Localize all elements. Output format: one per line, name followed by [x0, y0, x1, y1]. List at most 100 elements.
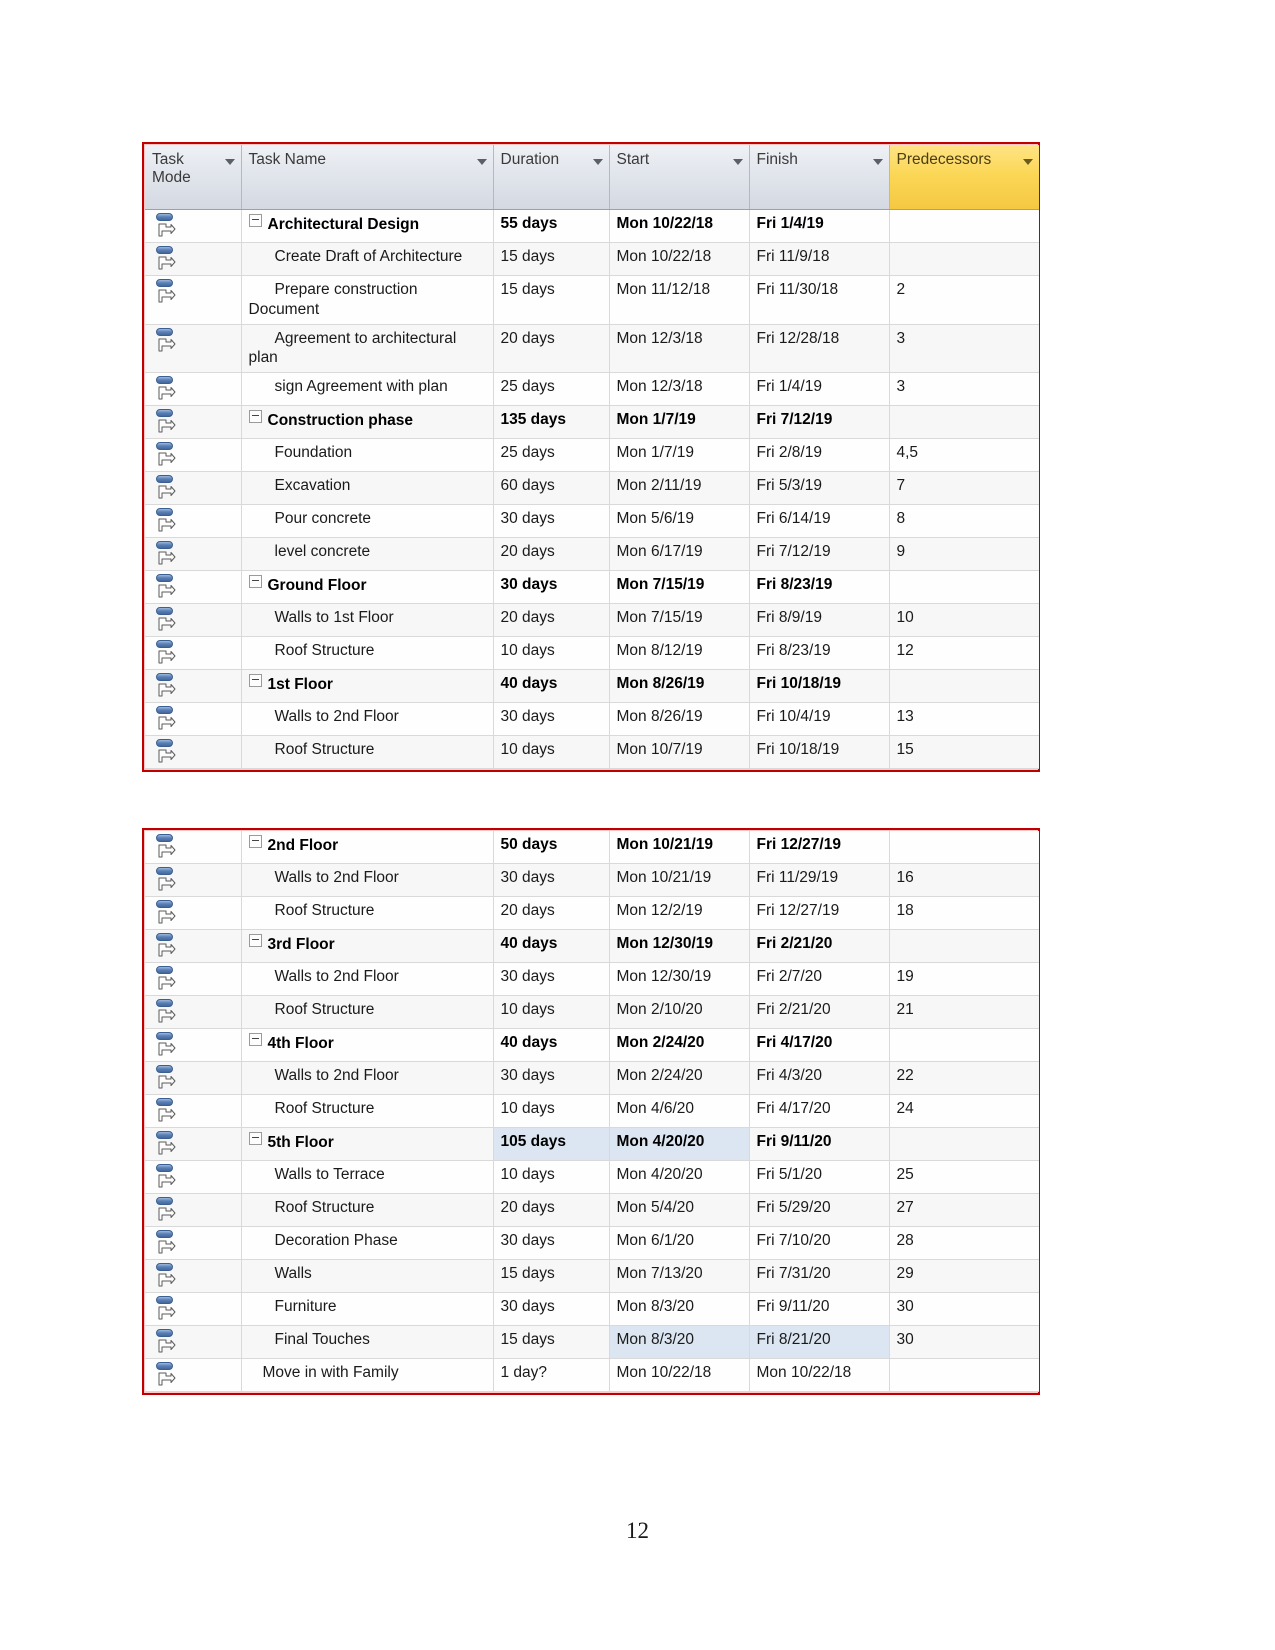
cell-duration[interactable]: 20 days — [493, 896, 610, 930]
cell-task-mode[interactable] — [145, 863, 242, 897]
cell-finish[interactable]: Fri 2/21/20 — [749, 929, 890, 963]
cell-start[interactable]: Mon 10/21/19 — [609, 863, 750, 897]
auto-scheduled-icon[interactable] — [155, 1163, 181, 1191]
cell-task-mode[interactable] — [145, 995, 242, 1029]
auto-scheduled-icon[interactable] — [155, 441, 181, 469]
auto-scheduled-icon[interactable] — [155, 899, 181, 927]
auto-scheduled-icon[interactable] — [155, 1196, 181, 1224]
cell-task-mode[interactable] — [145, 405, 242, 440]
cell-start[interactable]: Mon 6/1/20 — [609, 1226, 750, 1260]
cell-task-name[interactable]: Roof Structure — [241, 1094, 494, 1128]
column-header-finish[interactable]: Finish — [749, 145, 890, 210]
cell-duration[interactable]: 30 days — [493, 1226, 610, 1260]
cell-task-mode[interactable] — [145, 471, 242, 506]
table-row[interactable]: Walls to 2nd Floor 30 days Mon 2/24/20 Fri … — [145, 1061, 1039, 1095]
cell-predecessors[interactable]: 29 — [889, 1259, 1039, 1293]
collapse-toggle-icon[interactable] — [248, 214, 262, 227]
auto-scheduled-icon[interactable] — [155, 866, 181, 894]
cell-start[interactable]: Mon 12/3/18 — [609, 372, 750, 407]
cell-duration[interactable]: 10 days — [493, 636, 610, 671]
cell-task-name[interactable]: 4th Floor — [241, 1028, 494, 1062]
cell-finish[interactable]: Fri 10/18/19 — [749, 735, 890, 770]
cell-duration[interactable]: 20 days — [493, 324, 610, 374]
cell-duration[interactable]: 105 days — [493, 1127, 610, 1161]
cell-finish[interactable]: Fri 7/12/19 — [749, 537, 890, 572]
cell-finish[interactable]: Fri 10/4/19 — [749, 702, 890, 737]
auto-scheduled-icon[interactable] — [155, 833, 181, 861]
table-row[interactable]: 4th Floor 40 days Mon 2/24/20 Fri 4/17/20 — [145, 1028, 1039, 1062]
cell-predecessors[interactable]: 27 — [889, 1193, 1039, 1227]
column-header-start[interactable]: Start — [609, 145, 750, 210]
table-row[interactable]: Create Draft of Architecture 15 days Mon 1… — [145, 242, 1039, 276]
table-row[interactable]: Walls to 1st Floor 20 days Mon 7/15/19 Fri … — [145, 603, 1039, 638]
cell-task-name[interactable]: Create Draft of Architecture — [241, 242, 494, 276]
table-row[interactable]: Foundation 25 days Mon 1/7/19 Fri 2/8/19 4,5 — [145, 438, 1039, 473]
filter-dropdown-icon[interactable] — [592, 159, 603, 165]
collapse-toggle-icon[interactable] — [248, 575, 262, 589]
table-row[interactable]: Architectural Design 55 days Mon 10/22/18 F… — [145, 209, 1039, 243]
cell-task-mode[interactable] — [145, 1127, 242, 1161]
cell-start[interactable]: Mon 1/7/19 — [609, 405, 750, 440]
cell-finish[interactable]: Fri 5/3/19 — [749, 471, 890, 506]
cell-task-name[interactable]: Walls to 2nd Floor — [241, 863, 494, 897]
table-row[interactable]: Final Touches 15 days Mon 8/3/20 Fri 8/21/2… — [145, 1325, 1039, 1359]
cell-task-name[interactable]: Walls — [241, 1259, 494, 1293]
cell-start[interactable]: Mon 10/22/18 — [609, 209, 750, 243]
cell-duration[interactable]: 15 days — [493, 242, 610, 276]
cell-predecessors[interactable]: 3 — [889, 372, 1039, 407]
cell-start[interactable]: Mon 7/15/19 — [609, 603, 750, 638]
auto-scheduled-icon[interactable] — [155, 540, 181, 568]
cell-task-mode[interactable] — [145, 324, 242, 374]
auto-scheduled-icon[interactable] — [155, 606, 181, 634]
cell-predecessors[interactable]: 3 — [889, 324, 1039, 374]
cell-start[interactable]: Mon 12/30/19 — [609, 962, 750, 996]
cell-predecessors[interactable] — [889, 1358, 1039, 1392]
table-row[interactable]: Walls to 2nd Floor 30 days Mon 12/30/19 Fri… — [145, 962, 1039, 996]
table-row[interactable]: Move in with Family 1 day? Mon 10/22/18 Mon… — [145, 1358, 1039, 1392]
cell-start[interactable]: Mon 8/3/20 — [609, 1292, 750, 1326]
auto-scheduled-icon[interactable] — [155, 1064, 181, 1092]
cell-start[interactable]: Mon 4/20/20 — [609, 1127, 750, 1161]
cell-duration[interactable]: 20 days — [493, 1193, 610, 1227]
cell-duration[interactable]: 10 days — [493, 1094, 610, 1128]
table-row[interactable]: Agreement to architectural plan 20 days Mo… — [145, 324, 1039, 374]
cell-task-name[interactable]: Construction phase — [241, 405, 494, 440]
cell-duration[interactable]: 15 days — [493, 275, 610, 325]
cell-task-mode[interactable] — [145, 735, 242, 770]
cell-duration[interactable]: 10 days — [493, 995, 610, 1029]
cell-finish[interactable]: Fri 5/29/20 — [749, 1193, 890, 1227]
cell-duration[interactable]: 30 days — [493, 962, 610, 996]
cell-duration[interactable]: 30 days — [493, 570, 610, 605]
auto-scheduled-icon[interactable] — [155, 278, 181, 306]
cell-task-name[interactable]: Walls to 1st Floor — [241, 603, 494, 638]
auto-scheduled-icon[interactable] — [155, 1361, 181, 1389]
cell-finish[interactable]: Fri 4/17/20 — [749, 1094, 890, 1128]
table-row[interactable]: Decoration Phase 30 days Mon 6/1/20 Fri 7/1… — [145, 1226, 1039, 1260]
cell-start[interactable]: Mon 12/3/18 — [609, 324, 750, 374]
cell-finish[interactable]: Fri 11/30/18 — [749, 275, 890, 325]
collapse-toggle-icon[interactable] — [248, 410, 262, 424]
cell-duration[interactable]: 40 days — [493, 1028, 610, 1062]
cell-task-name[interactable]: Foundation — [241, 438, 494, 473]
cell-finish[interactable]: Fri 5/1/20 — [749, 1160, 890, 1194]
cell-task-mode[interactable] — [145, 438, 242, 473]
cell-predecessors[interactable]: 18 — [889, 896, 1039, 930]
cell-predecessors[interactable]: 22 — [889, 1061, 1039, 1095]
column-header-task-mode[interactable]: Task Mode — [145, 145, 242, 210]
cell-finish[interactable]: Fri 7/10/20 — [749, 1226, 890, 1260]
cell-start[interactable]: Mon 5/4/20 — [609, 1193, 750, 1227]
cell-duration[interactable]: 15 days — [493, 1325, 610, 1359]
auto-scheduled-icon[interactable] — [155, 375, 181, 403]
cell-duration[interactable]: 10 days — [493, 1160, 610, 1194]
auto-scheduled-icon[interactable] — [155, 408, 181, 436]
auto-scheduled-icon[interactable] — [155, 1097, 181, 1125]
cell-start[interactable]: Mon 10/21/19 — [609, 831, 750, 864]
cell-task-mode[interactable] — [145, 1094, 242, 1128]
cell-predecessors[interactable]: 25 — [889, 1160, 1039, 1194]
cell-finish[interactable]: Fri 12/28/18 — [749, 324, 890, 374]
table-row[interactable]: Walls 15 days Mon 7/13/20 Fri 7/31/20 29 — [145, 1259, 1039, 1293]
cell-predecessors[interactable]: 13 — [889, 702, 1039, 737]
auto-scheduled-icon[interactable] — [155, 1328, 181, 1356]
cell-start[interactable]: Mon 8/3/20 — [609, 1325, 750, 1359]
cell-task-name[interactable]: Roof Structure — [241, 995, 494, 1029]
